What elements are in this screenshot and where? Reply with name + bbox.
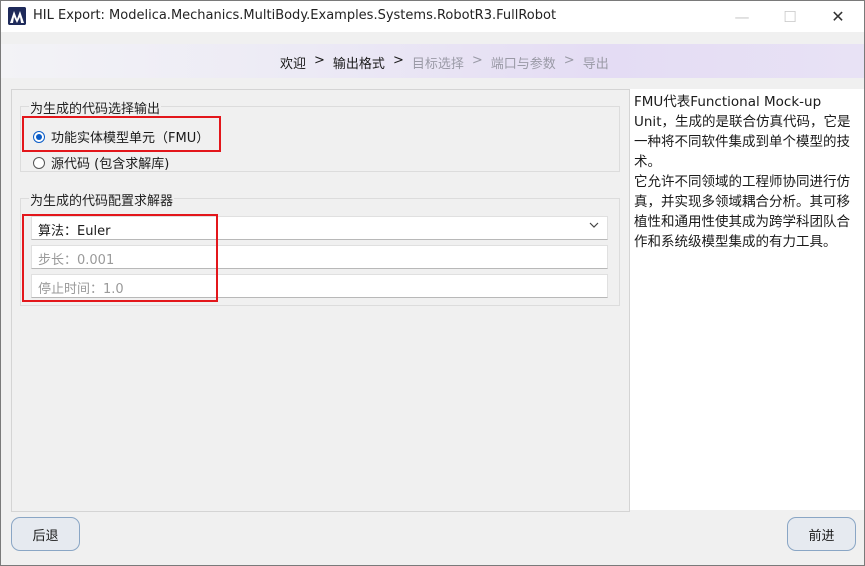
close-button[interactable]: ✕ [815,1,861,32]
title-bar: HIL Export: Modelica.Mechanics.MultiBody… [1,1,864,32]
description-text: FMU代表Functional Mock-up Unit，生成的是联合仿真代码，… [634,94,851,250]
radio-unchecked-icon[interactable] [33,156,45,169]
description-panel: FMU代表Functional Mock-up Unit，生成的是联合仿真代码，… [629,89,864,510]
breadcrumb-separator: > [471,53,483,68]
chevron-down-icon[interactable] [589,221,599,232]
breadcrumb-separator: > [563,53,575,68]
step-size-input[interactable]: 步长：0.001 [31,245,608,269]
breadcrumb-step-export: 导出 [582,57,609,72]
breadcrumb-step-target: 目标选择 [411,57,464,72]
back-button[interactable]: 后退 [11,517,80,551]
breadcrumb-step-ports-params: 端口与参数 [490,57,556,72]
settings-panel: 为生成的代码选择输出 功能实体模型单元（FMU） 源代码 (包含求解库) 为生成… [11,89,630,512]
breadcrumb-step-welcome: 欢迎 [280,57,307,72]
window-title: HIL Export: Modelica.Mechanics.MultiBody… [33,8,557,23]
breadcrumb-bar: 欢迎 > 输出格式 > 目标选择 > 端口与参数 > 导出 [1,44,864,78]
algorithm-dropdown[interactable]: 算法：Euler [31,216,608,240]
stop-time-input[interactable]: 停止时间：1.0 [31,274,608,298]
app-icon [8,7,26,25]
stop-time-placeholder: 停止时间：1.0 [38,282,124,297]
breadcrumb-separator: > [314,53,325,68]
breadcrumb-separator: > [392,53,404,68]
algorithm-value: 算法：Euler [38,224,111,239]
breadcrumb-step-output-format: 输出格式 [332,57,385,72]
next-button[interactable]: 前进 [787,517,856,551]
step-size-placeholder: 步长：0.001 [38,253,115,268]
output-group-title: 为生成的代码选择输出 [29,98,162,117]
radio-source-code-label: 源代码 (包含求解库) [51,157,170,172]
maximize-button[interactable]: ☐ [767,1,813,32]
radio-checked-icon[interactable] [33,130,45,143]
radio-source-code[interactable]: 源代码 (包含求解库) [33,153,169,172]
minimize-button[interactable]: — [719,1,765,32]
solver-group-title: 为生成的代码配置求解器 [29,190,175,209]
radio-fmu-label: 功能实体模型单元（FMU） [51,131,210,146]
export-wizard-window: HIL Export: Modelica.Mechanics.MultiBody… [0,0,865,566]
radio-fmu[interactable]: 功能实体模型单元（FMU） [33,127,209,146]
breadcrumb: 欢迎 > 输出格式 > 目标选择 > 端口与参数 > 导出 [280,53,609,72]
